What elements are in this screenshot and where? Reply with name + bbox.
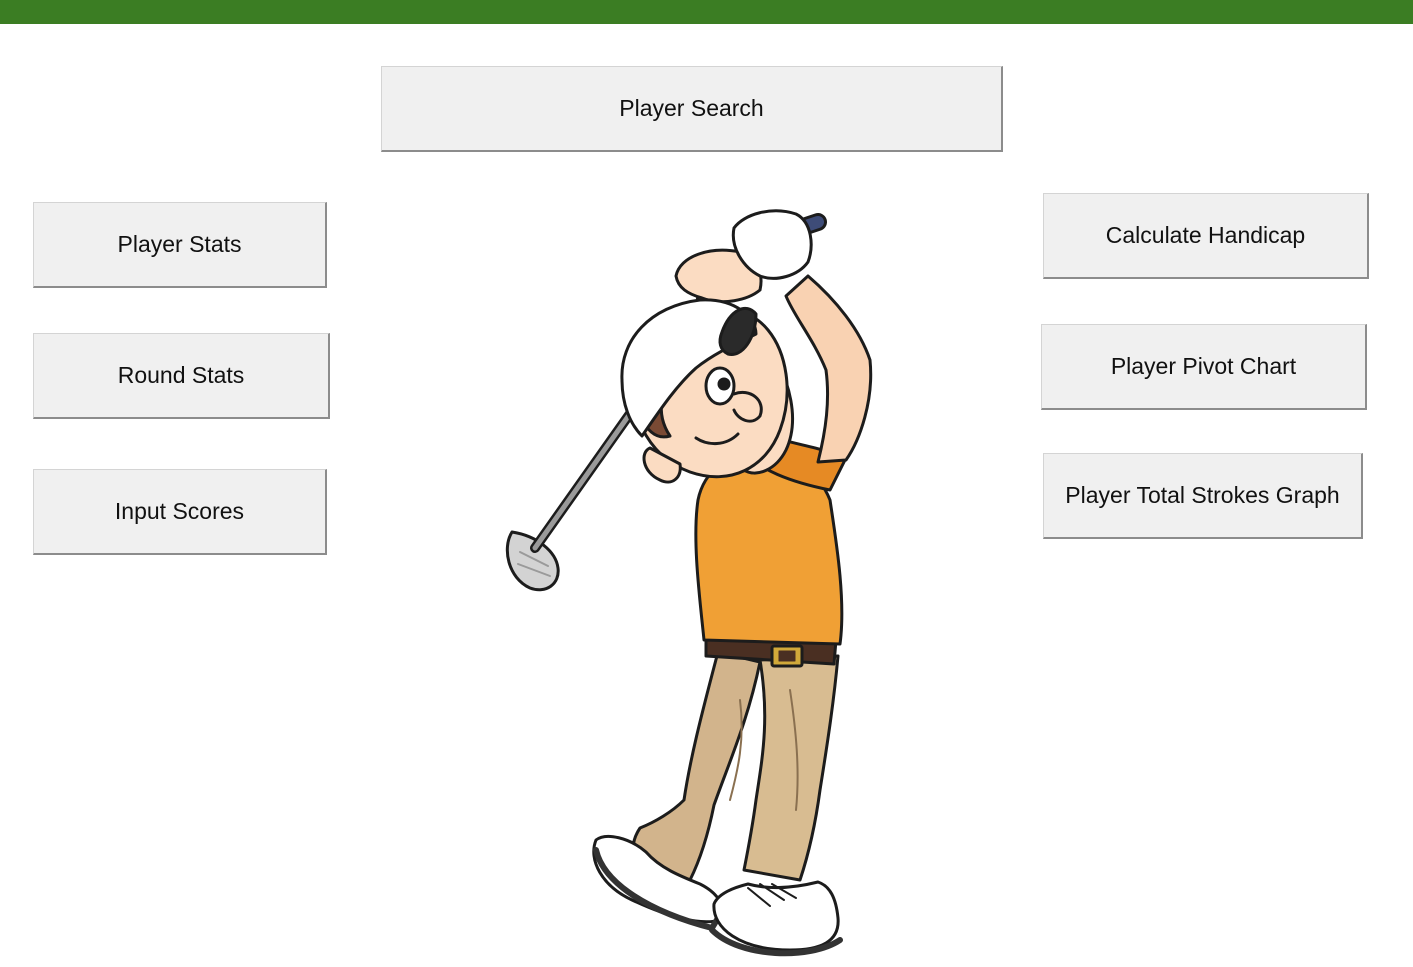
round-stats-button[interactable]: Round Stats [33,333,330,419]
header-bar [0,0,1413,24]
round-stats-label: Round Stats [117,362,245,388]
player-search-button[interactable]: Player Search [381,66,1003,152]
calculate-handicap-button[interactable]: Calculate Handicap [1043,193,1369,279]
player-stats-label: Player Stats [117,231,242,257]
calculate-handicap-label: Calculate Handicap [1105,222,1306,248]
golfer-illustration [505,209,873,957]
player-stats-button[interactable]: Player Stats [33,202,327,288]
input-scores-button[interactable]: Input Scores [33,469,327,555]
player-total-strokes-graph-button[interactable]: Player Total Strokes Graph [1043,453,1363,539]
player-pivot-chart-label: Player Pivot Chart [1110,353,1297,379]
player-pivot-chart-button[interactable]: Player Pivot Chart [1041,324,1367,410]
player-search-label: Player Search [619,95,764,121]
input-scores-label: Input Scores [114,498,245,524]
player-total-strokes-graph-label: Player Total Strokes Graph [1065,482,1340,508]
